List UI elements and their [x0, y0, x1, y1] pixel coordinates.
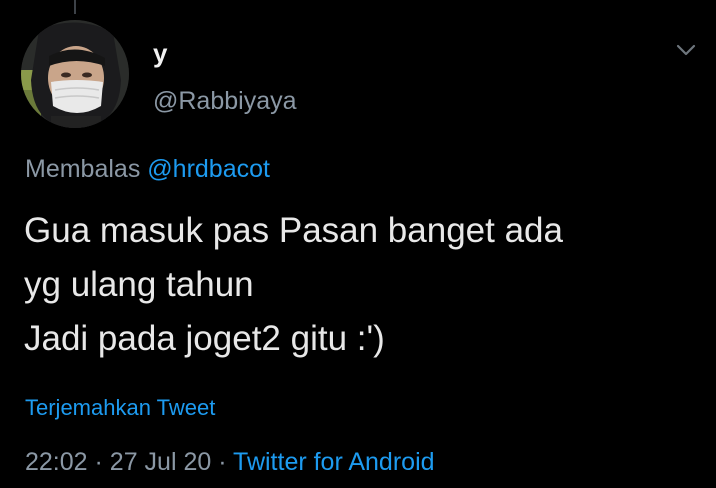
user-handle[interactable]: @Rabbiyaya [153, 86, 297, 116]
meta-separator: · [94, 448, 103, 476]
avatar-image [21, 20, 129, 128]
tweet-meta: 22:02 · 27 Jul 20 · Twitter for Android [25, 446, 435, 478]
translate-tweet-link[interactable]: Terjemahkan Tweet [25, 394, 215, 422]
meta-separator: · [218, 448, 227, 476]
tweet-text-line: Gua masuk pas Pasan banget ada [24, 211, 563, 250]
thread-connector-line [74, 0, 76, 14]
reply-prefix: Membalas [25, 155, 141, 183]
tweet-time: 22:02 [25, 448, 88, 476]
reply-mention-link[interactable]: @hrdbacot [147, 155, 270, 183]
display-name[interactable]: y [153, 38, 167, 68]
tweet-text: Gua masuk pas Pasan banget ada yg ulang … [24, 204, 704, 366]
avatar[interactable] [21, 20, 129, 128]
tweet-date: 27 Jul 20 [109, 448, 212, 476]
tweet-source-link[interactable]: Twitter for Android [233, 448, 434, 476]
reply-context: Membalas @hrdbacot [25, 153, 270, 185]
tweet-text-line: yg ulang tahun [24, 265, 254, 304]
chevron-down-icon[interactable] [669, 36, 703, 64]
tweet-text-line: Jadi pada joget2 gitu :') [24, 319, 385, 358]
